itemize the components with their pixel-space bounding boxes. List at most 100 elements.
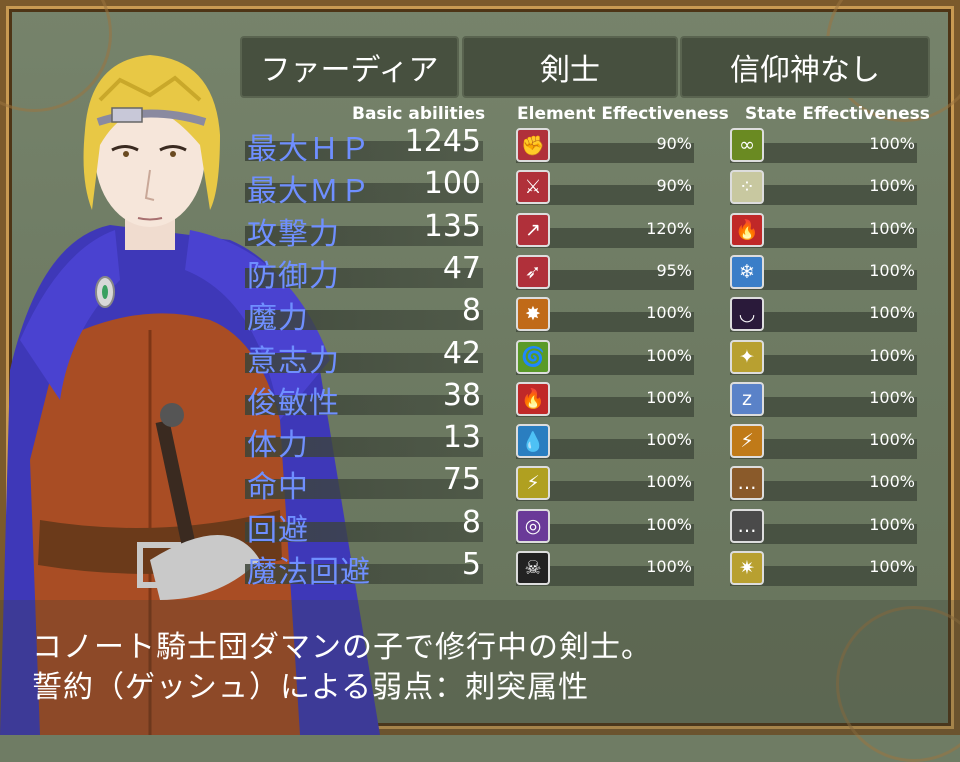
effectiveness-value: 120% bbox=[646, 218, 692, 238]
effectiveness-value: 95% bbox=[656, 260, 692, 280]
stat-value: 42 bbox=[442, 335, 481, 371]
effectiveness-value: 90% bbox=[656, 134, 692, 153]
stat-label: 魔力 bbox=[247, 301, 309, 337]
state-row: z 100% bbox=[730, 381, 917, 420]
stat-row: 防御力 47 bbox=[245, 250, 483, 294]
element-row: 🌀 100% bbox=[516, 339, 694, 378]
stat-row: 魔力 8 bbox=[245, 293, 483, 336]
element-row: ✸ 100% bbox=[516, 297, 694, 335]
stat-value: 1245 bbox=[404, 124, 481, 159]
effectiveness-value: 100% bbox=[646, 387, 692, 407]
effectiveness-value: 100% bbox=[869, 557, 915, 576]
stars-icon: ✦ bbox=[730, 339, 764, 374]
basic-abilities-header: Basic abilities bbox=[352, 104, 486, 124]
dots-icon: ⁘ bbox=[730, 170, 764, 205]
effectiveness-value: 100% bbox=[869, 514, 915, 534]
slash-icon: ⚔ bbox=[516, 170, 550, 205]
stat-value: 8 bbox=[461, 504, 481, 540]
poison-bubbles-icon: ∞ bbox=[730, 128, 764, 162]
stat-label: 攻撃力 bbox=[247, 216, 340, 252]
state-row: ✦ 100% bbox=[730, 339, 917, 378]
effectiveness-value: 100% bbox=[869, 176, 915, 196]
stat-row: 体力 13 bbox=[245, 420, 483, 463]
element-row: ⚔ 90% bbox=[516, 170, 694, 208]
stat-value: 135 bbox=[423, 208, 481, 244]
impact-icon: ✸ bbox=[516, 297, 550, 332]
state-row: … 100% bbox=[730, 466, 917, 504]
stat-label: 体力 bbox=[247, 428, 309, 464]
stat-value: 8 bbox=[461, 293, 481, 329]
water-icon: 💧 bbox=[516, 424, 550, 459]
effectiveness-value: 100% bbox=[869, 134, 915, 153]
stat-row: 俊敏性 38 bbox=[245, 377, 483, 421]
character-class: 剣士 bbox=[462, 36, 678, 98]
state-row: … 100% bbox=[730, 508, 917, 547]
effectiveness-value: 100% bbox=[869, 260, 915, 280]
skull-icon: ☠ bbox=[516, 551, 550, 585]
effectiveness-value: 100% bbox=[869, 387, 915, 407]
element-row: 🔥 100% bbox=[516, 381, 694, 420]
bow-icon: ➶ bbox=[516, 254, 550, 289]
silence-bubble-icon: … bbox=[730, 508, 764, 543]
stat-label: 回避 bbox=[247, 512, 309, 548]
fire-icon: 🔥 bbox=[516, 381, 550, 416]
stat-row: 攻撃力 135 bbox=[245, 208, 483, 252]
stat-row: 最大ＭＰ 100 bbox=[245, 166, 483, 209]
effectiveness-value: 100% bbox=[869, 218, 915, 238]
element-row: ➶ 95% bbox=[516, 254, 694, 293]
effectiveness-value: 100% bbox=[869, 472, 915, 492]
confusion-icon: ✷ bbox=[730, 551, 764, 585]
state-row: 🔥 100% bbox=[730, 212, 917, 251]
element-row: ⚡ 100% bbox=[516, 466, 694, 504]
state-row: ◡ 100% bbox=[730, 297, 917, 335]
vortex-icon: ◎ bbox=[516, 508, 550, 543]
description-line-1: コノート騎士団ダマンの子で修行中の剣士。 bbox=[32, 630, 652, 665]
element-row: ✊ 90% bbox=[516, 128, 694, 166]
stat-row: 魔法回避 5 bbox=[245, 547, 483, 590]
character-name: ファーディア bbox=[240, 36, 459, 98]
stat-value: 38 bbox=[442, 377, 481, 413]
effectiveness-value: 100% bbox=[646, 303, 692, 323]
element-row: ☠ 100% bbox=[516, 551, 694, 589]
stat-label: 防御力 bbox=[247, 258, 340, 294]
effectiveness-value: 100% bbox=[646, 514, 692, 534]
state-effectiveness-header: State Effectiveness bbox=[745, 104, 930, 124]
stat-row: 最大ＨＰ 1245 bbox=[245, 124, 483, 167]
sleep-icon: z bbox=[730, 381, 764, 416]
description-line-2: 誓約（ゲッシュ）による弱点：刺突属性 bbox=[32, 670, 590, 705]
shock-icon: ⚡ bbox=[730, 424, 764, 459]
effectiveness-value: 90% bbox=[656, 176, 692, 196]
stat-row: 回避 8 bbox=[245, 504, 483, 548]
fist-icon: ✊ bbox=[516, 128, 550, 162]
stat-label: 魔法回避 bbox=[247, 555, 371, 590]
stat-value: 47 bbox=[442, 250, 481, 286]
stat-value: 100 bbox=[423, 166, 481, 202]
effectiveness-value: 100% bbox=[646, 345, 692, 365]
closed-eye-icon: ◡ bbox=[730, 297, 764, 332]
description-box: コノート騎士団ダマンの子で修行中の剣士。 誓約（ゲッシュ）による弱点：刺突属性 bbox=[0, 600, 960, 735]
effectiveness-value: 100% bbox=[869, 345, 915, 365]
character-faith: 信仰神なし bbox=[680, 36, 930, 98]
state-row: ⚡ 100% bbox=[730, 424, 917, 462]
stat-value: 5 bbox=[461, 547, 481, 582]
effectiveness-value: 100% bbox=[646, 472, 692, 492]
element-row: 💧 100% bbox=[516, 424, 694, 462]
state-row: ∞ 100% bbox=[730, 128, 917, 166]
stat-label: 命中 bbox=[247, 470, 309, 506]
element-row: ↗ 120% bbox=[516, 212, 694, 251]
effectiveness-value: 100% bbox=[869, 303, 915, 323]
state-row: ⁘ 100% bbox=[730, 170, 917, 208]
stat-row: 命中 75 bbox=[245, 462, 483, 505]
stat-label: 意志力 bbox=[247, 343, 340, 379]
freeze-icon: ❄ bbox=[730, 254, 764, 289]
stat-label: 最大ＭＰ bbox=[247, 174, 371, 210]
effectiveness-value: 100% bbox=[646, 557, 692, 576]
stat-value: 75 bbox=[442, 462, 481, 498]
burn-icon: 🔥 bbox=[730, 212, 764, 247]
stat-label: 最大ＨＰ bbox=[247, 132, 371, 167]
thunder-icon: ⚡ bbox=[516, 466, 550, 501]
effectiveness-value: 100% bbox=[646, 430, 692, 450]
speech-bubble-icon: … bbox=[730, 466, 764, 501]
stat-row: 意志力 42 bbox=[245, 335, 483, 379]
state-row: ❄ 100% bbox=[730, 254, 917, 293]
